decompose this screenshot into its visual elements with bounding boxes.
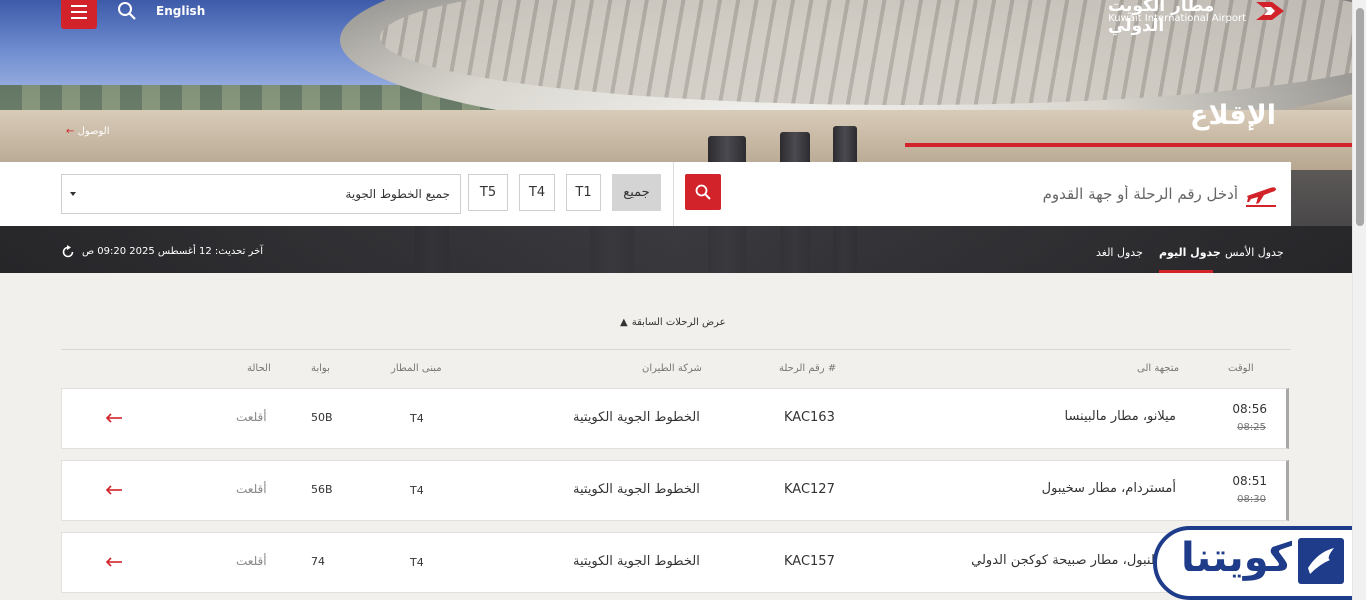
flight-destination: ميلانو، مطار مالبينسا <box>1064 409 1176 424</box>
flight-number: KAC163 <box>784 410 835 425</box>
terminal-filter-all[interactable]: جميع <box>612 174 661 211</box>
title-underline <box>905 143 1352 147</box>
airport-logo[interactable]: مطار الكويت الدولي Kuwait International … <box>1108 0 1298 36</box>
search-divider <box>673 162 674 226</box>
flight-row[interactable]: 08:51 08:30 أمستردام، مطار سخيبول KAC127… <box>61 460 1289 521</box>
flight-airline: الخطوط الجوية الكويتية <box>573 554 700 569</box>
airline-select-value: جميع الخطوط الجوية <box>345 187 450 201</box>
logo-mark-icon <box>1256 2 1284 20</box>
tab-yesterday[interactable]: جدول الأمس <box>1225 246 1284 259</box>
search-icon[interactable] <box>116 0 138 22</box>
arrow-left-icon[interactable] <box>104 411 124 425</box>
arrow-left-icon[interactable] <box>104 555 124 569</box>
flight-scheduled-time: 08:25 <box>1237 422 1266 433</box>
hero-plaza <box>0 110 1352 170</box>
column-header-terminal: مبنى المطار <box>391 363 442 374</box>
tab-today[interactable]: جدول اليوم <box>1159 246 1221 259</box>
terminal-filter-t1[interactable]: T1 <box>566 174 601 211</box>
flight-terminal: T4 <box>410 412 424 425</box>
flight-destination: اسطنبول، مطار صبيحة كوكجن الدولي <box>971 553 1176 568</box>
flight-number: KAC157 <box>784 554 835 569</box>
plane-icon <box>1246 187 1276 207</box>
menu-icon <box>71 4 87 7</box>
airline-select[interactable]: جميع الخطوط الجوية <box>61 174 461 214</box>
flight-row[interactable]: 08:56 08:25 ميلانو، مطار مالبينسا KAC163… <box>61 388 1289 449</box>
flight-row[interactable]: اسطنبول، مطار صبيحة كوكجن الدولي KAC157 … <box>61 532 1289 593</box>
kuwaitna-badge: كويتنا <box>1153 526 1366 600</box>
list-header-divider <box>61 349 1291 350</box>
show-previous-flights[interactable]: ▲ عرض الرحلات السابقة <box>620 317 726 328</box>
page-title: الإقلاع <box>1190 100 1276 131</box>
caret-down-icon <box>70 192 76 196</box>
search-button[interactable] <box>685 174 721 210</box>
menu-button[interactable] <box>61 0 97 29</box>
flight-time: 08:56 <box>1232 402 1267 416</box>
show-previous-label: عرض الرحلات السابقة <box>631 317 726 328</box>
flight-status: أقلعت <box>236 410 267 424</box>
tab-tomorrow[interactable]: جدول الغد <box>1096 246 1143 259</box>
flight-airline: الخطوط الجوية الكويتية <box>573 410 700 425</box>
column-header-destination: متجهة الى <box>1137 363 1180 374</box>
column-header-status: الحالة <box>247 363 271 374</box>
arrow-left-icon[interactable] <box>104 483 124 497</box>
arrow-left-icon: ← <box>66 126 75 137</box>
scrollbar-thumb[interactable] <box>1356 8 1364 226</box>
logo-english: Kuwait International Airport <box>1108 13 1246 24</box>
badge-text: كويتنا <box>1181 535 1293 581</box>
language-link[interactable]: English <box>156 4 205 18</box>
active-tab-indicator <box>1159 270 1213 273</box>
flight-terminal: T4 <box>410 556 424 569</box>
last-updated: آخر تحديث: 12 أغسطس 2025 09:20 ص <box>82 246 264 257</box>
column-header-gate: بوابة <box>311 363 330 374</box>
chevron-up-icon: ▲ <box>620 317 628 328</box>
flight-destination: أمستردام، مطار سخيبول <box>1041 481 1176 496</box>
flight-search-input[interactable] <box>740 176 1238 212</box>
arrivals-label: الوصول <box>77 126 110 137</box>
flight-scheduled-time: 08:30 <box>1237 494 1266 505</box>
flight-terminal: T4 <box>410 484 424 497</box>
hero-banner: English مطار الكويت الدولي Kuwait Intern… <box>0 0 1352 273</box>
flight-status: أقلعت <box>236 482 267 496</box>
column-header-time: الوقت <box>1228 363 1254 374</box>
flight-time: 08:51 <box>1232 474 1267 488</box>
search-icon <box>695 184 711 200</box>
terminal-filter-t5[interactable]: T5 <box>468 174 508 211</box>
arrivals-link[interactable]: ← الوصول <box>66 126 110 137</box>
search-bar: جميع الخطوط الجوية T5 T4 T1 جميع <box>0 162 1291 226</box>
flight-airline: الخطوط الجوية الكويتية <box>573 482 700 497</box>
flight-gate: 56B <box>311 483 333 496</box>
column-header-airline: شركة الطيران <box>642 363 702 374</box>
flight-gate: 74 <box>311 555 325 568</box>
flight-number: KAC127 <box>784 482 835 497</box>
flight-gate: 50B <box>311 411 333 424</box>
page-scrollbar[interactable] <box>1352 0 1366 600</box>
flight-status: أقلعت <box>236 554 267 568</box>
terminal-filter-t4[interactable]: T4 <box>519 174 555 211</box>
refresh-icon[interactable] <box>61 245 75 259</box>
column-header-flight-no: رقم الرحلة # <box>779 363 837 374</box>
badge-logo-icon <box>1298 538 1344 584</box>
